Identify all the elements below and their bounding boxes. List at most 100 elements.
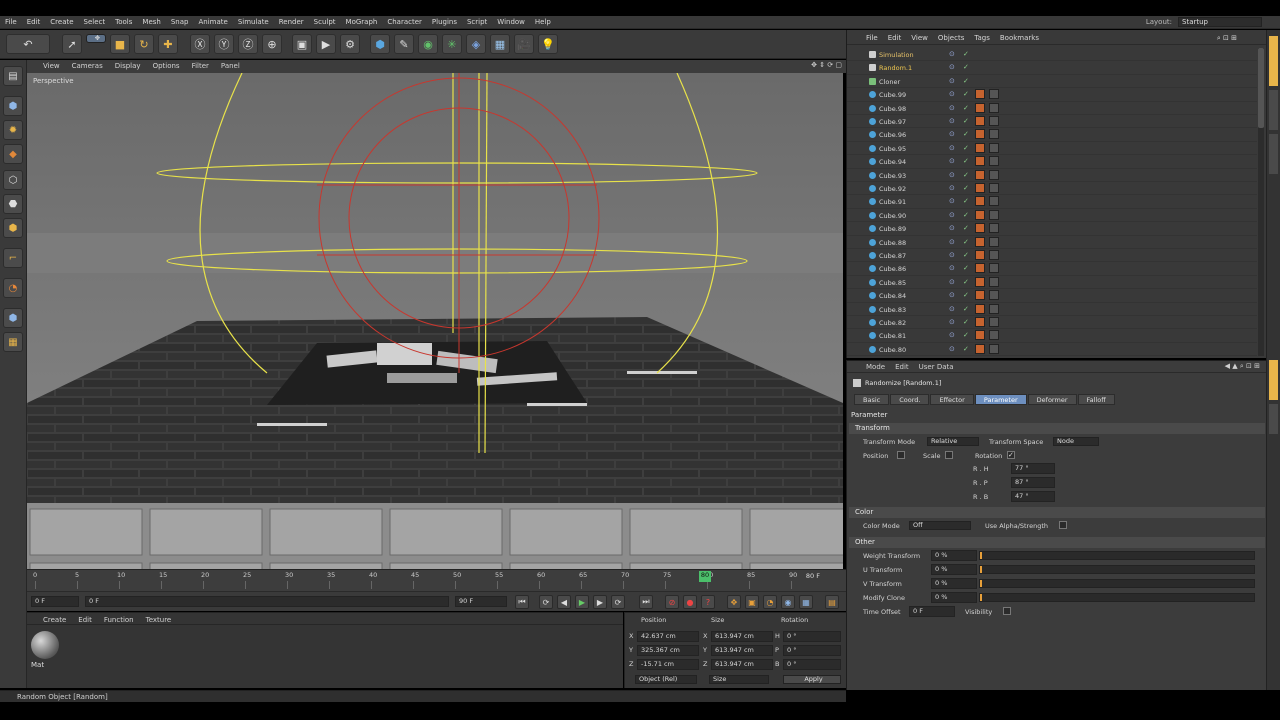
menu-window[interactable]: Window	[492, 16, 530, 26]
enabled-check-icon[interactable]: ✓	[963, 144, 969, 152]
texture-tag-icon[interactable]	[989, 169, 999, 180]
timeline-ruler[interactable]: 0 5 10 15 20 25 30 35 40 45 50 55 60 65 70 75 80 85 90 80 …	[27, 569, 846, 591]
position-y-field[interactable]: 325.367 cm	[637, 645, 699, 656]
move-tool-icon[interactable]: ✥	[86, 34, 106, 43]
texture-tag-icon[interactable]	[989, 142, 999, 153]
snap-icon[interactable]: ⬢	[3, 308, 23, 328]
loop-icon[interactable]: ⟳	[539, 595, 553, 609]
workplane-mode-icon[interactable]: ◆	[3, 144, 23, 164]
rot-h-param-field[interactable]: 77 °	[1011, 463, 1055, 474]
menu-render[interactable]: Render	[274, 16, 309, 26]
modify-clone-slider[interactable]	[979, 593, 1255, 602]
rigid-body-tag-icon[interactable]	[975, 317, 985, 327]
enabled-check-icon[interactable]: ✓	[963, 104, 969, 112]
rotate-tool-icon[interactable]: ↻	[134, 34, 154, 54]
polygons-mode-icon[interactable]: ⬢	[3, 218, 23, 238]
vp-menu-options[interactable]: Options	[147, 60, 186, 70]
vp-menu-display[interactable]: Display	[109, 60, 147, 70]
vp-menu-view[interactable]: View	[37, 60, 66, 70]
rigid-body-tag-icon[interactable]	[975, 196, 985, 207]
object-name[interactable]: Cube.96	[879, 131, 906, 139]
object-row[interactable]: Cube.92 ⊙ ✓	[847, 182, 1257, 196]
object-row[interactable]: Cube.85 ⊙ ✓	[847, 276, 1257, 290]
v-transform-slider[interactable]	[979, 579, 1255, 588]
x-axis-lock-icon[interactable]: Ⓧ	[190, 34, 210, 54]
record-keys-icon[interactable]: ⊘	[665, 595, 679, 609]
mat-menu-create[interactable]: Create	[37, 613, 72, 624]
texture-tag-icon[interactable]	[989, 129, 999, 140]
om-menu-edit[interactable]: Edit	[883, 30, 907, 42]
texture-tag-icon[interactable]	[989, 317, 999, 327]
menu-edit[interactable]: Edit	[22, 16, 46, 26]
make-editable-icon[interactable]: ▤	[3, 66, 23, 86]
object-row[interactable]: Cube.89 ⊙ ✓	[847, 222, 1257, 236]
texture-tag-icon[interactable]	[989, 330, 999, 341]
spline-pen-icon[interactable]: ✎	[394, 34, 414, 54]
object-name[interactable]: Cube.97	[879, 118, 906, 126]
slider-handle[interactable]	[980, 552, 982, 559]
object-name[interactable]: Cloner	[879, 78, 900, 86]
om-menu-file[interactable]: File	[861, 30, 883, 42]
key-rotation-icon[interactable]: ◔	[763, 595, 777, 609]
rigid-body-tag-icon[interactable]	[975, 276, 985, 287]
z-axis-lock-icon[interactable]: Ⓩ	[238, 34, 258, 54]
apply-button[interactable]: Apply	[783, 675, 841, 684]
position-checkbox[interactable]	[897, 451, 905, 459]
live-select-icon[interactable]: ✚	[158, 34, 178, 54]
rotation-b-field[interactable]: 0 °	[783, 659, 841, 670]
axis-mode-icon[interactable]: ⌐	[3, 248, 23, 268]
coord-mode-select[interactable]: Object (Rel)	[635, 675, 697, 684]
texture-tag-icon[interactable]	[989, 236, 999, 247]
tweak-mode-icon[interactable]: ◔	[3, 278, 23, 298]
menu-tools[interactable]: Tools	[110, 16, 137, 26]
key-scale-icon[interactable]: ▣	[745, 595, 759, 609]
am-nav-icons[interactable]: ◀ ▲ ⌕ ⊡ ⊞	[1225, 362, 1260, 371]
object-name[interactable]: Cube.89	[879, 225, 906, 233]
cube-primitive-icon[interactable]: ⬢	[370, 34, 390, 54]
play-icon[interactable]: ▶	[575, 595, 589, 609]
rigid-body-tag-icon[interactable]	[975, 236, 985, 247]
vp-menu-cameras[interactable]: Cameras	[66, 60, 109, 70]
visibility-dots-icon[interactable]: ⊙	[949, 77, 955, 85]
floor-grid-icon[interactable]: ▦	[490, 34, 510, 54]
texture-tag-icon[interactable]	[989, 276, 999, 287]
enabled-check-icon[interactable]: ✓	[963, 251, 969, 259]
tab-effector[interactable]: Effector	[930, 394, 974, 405]
goto-end-icon[interactable]: ⟳	[611, 595, 625, 609]
lock-workplane-icon[interactable]: ▦	[3, 332, 23, 352]
object-row[interactable]: Random.1 ⊙ ✓	[847, 61, 1257, 75]
am-menu-mode[interactable]: Mode	[861, 361, 890, 373]
model-mode-icon[interactable]: ⬢	[3, 96, 23, 116]
position-x-field[interactable]: 42.637 cm	[637, 631, 699, 642]
points-mode-icon[interactable]: ⬡	[3, 170, 23, 190]
object-name[interactable]: Cube.91	[879, 198, 906, 206]
rotation-p-field[interactable]: 0 °	[783, 645, 841, 656]
render-view-icon[interactable]: ▣	[292, 34, 312, 54]
content-browser-side-tab[interactable]	[1269, 90, 1278, 130]
tab-deformer[interactable]: Deformer	[1027, 394, 1077, 405]
rigid-body-tag-icon[interactable]	[975, 116, 985, 126]
object-name[interactable]: Cube.83	[879, 306, 906, 314]
texture-tag-icon[interactable]	[989, 223, 999, 234]
menu-animate[interactable]: Animate	[193, 16, 232, 26]
use-alpha-checkbox[interactable]	[1059, 521, 1067, 529]
object-row[interactable]: Cloner ⊙ ✓	[847, 75, 1257, 89]
object-row[interactable]: Cube.83 ⊙ ✓	[847, 303, 1257, 316]
slider-handle[interactable]	[980, 580, 982, 587]
object-row[interactable]: Cube.93 ⊙ ✓	[847, 169, 1257, 182]
menu-snap[interactable]: Snap	[166, 16, 194, 26]
rotation-h-field[interactable]: 0 °	[783, 631, 841, 642]
am-menu-user-data[interactable]: User Data	[914, 361, 959, 373]
tab-parameter[interactable]: Parameter	[974, 394, 1027, 405]
visibility-dots-icon[interactable]: ⊙	[949, 104, 955, 112]
object-name[interactable]: Cube.85	[879, 279, 906, 287]
om-menu-objects[interactable]: Objects	[933, 30, 969, 42]
scale-checkbox[interactable]	[945, 451, 953, 459]
rigid-body-tag-icon[interactable]	[975, 156, 985, 167]
enabled-check-icon[interactable]: ✓	[963, 117, 969, 125]
v-transform-field[interactable]: 0 %	[931, 578, 977, 589]
goto-last-icon[interactable]: ⏭	[639, 595, 653, 609]
step-back-icon[interactable]: ◀	[557, 595, 571, 609]
visibility-dots-icon[interactable]: ⊙	[949, 144, 955, 152]
menu-select[interactable]: Select	[79, 16, 111, 26]
